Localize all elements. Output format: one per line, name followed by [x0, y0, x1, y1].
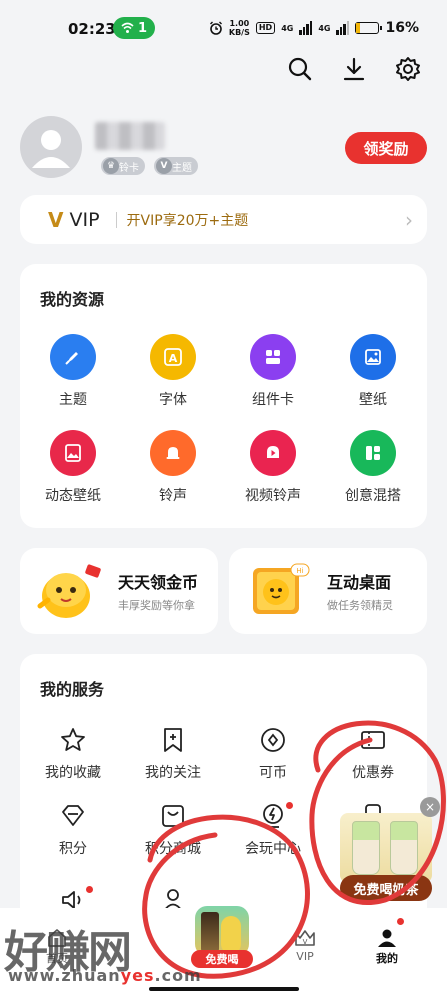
wifi-icon	[121, 22, 134, 33]
top-actions	[287, 56, 421, 82]
services-title: 我的服务	[40, 680, 105, 699]
reward-button[interactable]: 领奖励	[345, 132, 427, 164]
resources-card: 我的资源 主题 A 字体 组件卡 壁纸 动态壁纸 铃声 视频铃声 创意混搭	[20, 264, 427, 528]
resource-item-widget[interactable]: 组件卡	[228, 334, 318, 409]
v-badge-icon: V	[156, 158, 172, 174]
divider	[115, 211, 117, 228]
coin-icon	[261, 728, 285, 752]
coin-mascot-image	[36, 560, 104, 622]
svg-text:A: A	[169, 352, 178, 365]
settings-icon[interactable]	[395, 56, 421, 82]
network-label-1: 4G	[281, 23, 294, 33]
theme-chip[interactable]: V 主题	[154, 157, 198, 175]
notification-dot	[86, 886, 93, 893]
notification-dot	[397, 918, 404, 925]
service-item-play-center[interactable]: 会玩中心	[228, 802, 318, 858]
network-speed: 1.00 KB/S	[228, 19, 250, 37]
drink-cup-image	[221, 916, 241, 954]
default-avatar-icon	[32, 130, 70, 168]
live-wallpaper-icon	[50, 430, 96, 476]
mix-icon	[350, 430, 396, 476]
resource-item-theme[interactable]: 主题	[28, 334, 118, 409]
resource-item-font[interactable]: A 字体	[128, 334, 218, 409]
drink-cup-image	[201, 912, 219, 952]
milk-tea-cup-image	[352, 821, 380, 875]
status-bar: 02:23 1 1.00 KB/S HD 4G 4G 16%	[0, 0, 447, 56]
nav-mine[interactable]: 我的	[352, 926, 422, 966]
service-item-coupons[interactable]: 优惠券	[328, 726, 418, 782]
promo-subtitle: 做任务领精灵	[327, 599, 393, 612]
chevron-right-icon: ›	[405, 207, 413, 232]
vip-crown-icon: V	[295, 930, 315, 946]
profile-icon	[378, 929, 396, 947]
widget-icon	[250, 334, 296, 380]
crown-icon: ♛	[103, 158, 119, 174]
status-time: 02:23	[68, 20, 116, 38]
network-label-2: 4G	[318, 23, 331, 33]
desktop-sprite-image: Hi	[245, 560, 313, 622]
brush-icon	[50, 334, 96, 380]
promo-title: 互动桌面	[327, 573, 392, 592]
font-icon: A	[150, 334, 196, 380]
battery-icon	[355, 22, 383, 34]
signal-icon	[299, 21, 313, 35]
service-item-points[interactable]: 积分	[28, 802, 118, 858]
daily-coins-card[interactable]: 天天领金币 丰厚奖励等你拿	[20, 548, 218, 634]
service-item-points-mall[interactable]: 积分商城	[128, 802, 218, 858]
home-indicator	[149, 987, 299, 991]
download-icon[interactable]	[341, 56, 367, 82]
shopping-bag-icon	[162, 805, 184, 827]
resource-item-live-wallpaper[interactable]: 动态壁纸	[28, 430, 118, 505]
search-icon[interactable]	[287, 56, 313, 82]
resource-item-wallpaper[interactable]: 壁纸	[328, 334, 418, 409]
hd-badge: HD	[255, 22, 276, 34]
resource-item-ringtone[interactable]: 铃声	[128, 430, 218, 505]
svg-text:V: V	[303, 938, 308, 946]
service-item-following[interactable]: 我的关注	[128, 726, 218, 782]
star-icon	[61, 728, 85, 751]
signal-icon-2	[336, 21, 350, 35]
username-blurred	[95, 122, 165, 150]
vip-logo-icon: V	[48, 207, 64, 232]
resources-title: 我的资源	[40, 290, 105, 309]
lightning-icon	[263, 804, 283, 828]
close-icon[interactable]: ×	[420, 797, 440, 817]
nav-vip[interactable]: V VIP	[270, 926, 340, 963]
ring-card-chip[interactable]: ♛ 铃卡	[101, 157, 145, 175]
free-milk-tea-ad[interactable]: 免费喝奶茶	[340, 803, 432, 901]
svg-text:Hi: Hi	[296, 567, 303, 575]
battery-percent: 16%	[385, 20, 419, 36]
wallpaper-icon	[350, 334, 396, 380]
vip-promo-text: 开VIP享20万+主题	[126, 212, 249, 229]
service-item-favorites[interactable]: 我的收藏	[28, 726, 118, 782]
milk-tea-cup-image	[390, 821, 418, 875]
avatar[interactable]	[20, 116, 82, 178]
wifi-count: 1	[137, 20, 148, 36]
resource-item-creative-mix[interactable]: 创意混搭	[328, 430, 418, 505]
resource-item-video-ringtone[interactable]: 视频铃声	[228, 430, 318, 505]
nav-free-drink[interactable]: 免费喝	[191, 906, 253, 968]
ad-label: 免费喝奶茶	[340, 875, 432, 901]
bookmark-add-icon	[164, 728, 182, 752]
status-indicators: 1.00 KB/S HD 4G 4G 16%	[209, 19, 419, 37]
bell-icon	[150, 430, 196, 476]
alarm-icon	[209, 21, 222, 35]
notification-dot	[286, 802, 293, 809]
service-item-coins[interactable]: 可币	[228, 726, 318, 782]
vip-banner[interactable]: V VIP 开VIP享20万+主题 ›	[20, 195, 427, 244]
battery-level	[356, 23, 360, 33]
interactive-desktop-card[interactable]: Hi 互动桌面 做任务领精灵	[229, 548, 427, 634]
coupon-icon	[361, 731, 385, 749]
vip-title: VIP	[69, 208, 100, 231]
promo-subtitle: 丰厚奖励等你拿	[118, 599, 195, 612]
wifi-hotspot-badge: 1	[113, 17, 155, 39]
promo-title: 天天领金币	[118, 573, 199, 592]
watermark-url: www.zhuanyes.com	[8, 966, 202, 985]
video-bell-icon	[250, 430, 296, 476]
points-icon	[62, 805, 84, 826]
